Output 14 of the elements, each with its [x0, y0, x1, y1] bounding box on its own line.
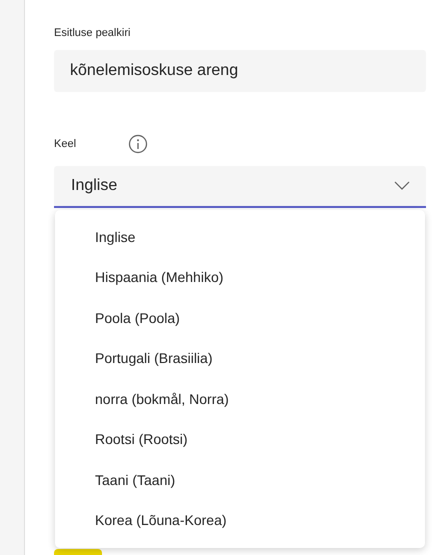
menu-item[interactable]: Poola (Poola) — [95, 308, 180, 329]
info-icon[interactable] — [128, 134, 148, 154]
chevron-down-icon — [394, 181, 410, 191]
menu-item[interactable]: Inglise — [95, 226, 136, 248]
menu-item[interactable]: Portugali (Brasiilia) — [95, 348, 212, 370]
language-dropdown[interactable]: Inglise — [54, 166, 426, 208]
menu-item[interactable]: Hispaania (Mehhiko) — [95, 267, 224, 288]
menu-item[interactable]: Rootsi (Rootsi) — [95, 429, 188, 450]
menu-item[interactable]: Korea (Lõuna-Korea) — [95, 510, 227, 532]
title-field[interactable]: kõnelemisoskuse areng — [54, 50, 426, 92]
menu-item[interactable]: norra (bokmål, Norra) — [95, 388, 229, 410]
menu-item[interactable]: Taani (Taani) — [95, 470, 176, 491]
field-label: Keel — [54, 136, 78, 152]
field-label: Esitluse pealkiri — [54, 26, 132, 41]
